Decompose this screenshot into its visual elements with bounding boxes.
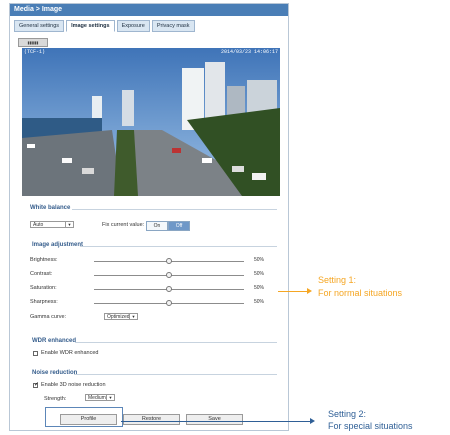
live-video-preview: (TCF-1) 2014/03/23 14:06:17	[22, 48, 280, 196]
view-size-button[interactable]: ▮▮▮▮▮	[18, 38, 48, 47]
setting-1-arrow-line	[278, 291, 308, 292]
chevron-down-icon: ▼	[106, 395, 114, 400]
fix-value-off-button[interactable]: Off	[168, 221, 190, 231]
setting-2-description: For special situations	[328, 421, 413, 431]
tab-bar: General settings Image settings Exposure…	[14, 20, 195, 32]
strength-label: Strength:	[44, 396, 67, 402]
strength-select[interactable]: Medium ▼	[85, 394, 115, 401]
tab-image-settings[interactable]: Image settings	[66, 20, 115, 32]
setting-2-arrow-head-icon	[310, 418, 315, 424]
image-adjustment-divider	[80, 246, 277, 247]
white-balance-divider	[72, 209, 277, 210]
restore-button[interactable]: Restore	[123, 414, 180, 425]
setting-2-title: Setting 2:	[328, 409, 367, 419]
contrast-value: 50%	[254, 271, 265, 277]
gamma-curve-label: Gamma curve:	[30, 314, 67, 320]
video-left-osd: (TCF-1)	[24, 49, 46, 55]
fix-current-value-label: Fix current value:	[102, 222, 145, 228]
chevron-down-icon: ▼	[129, 314, 137, 319]
city-scene-image	[22, 48, 280, 196]
setting-1-description: For normal situations	[318, 288, 403, 298]
sharpness-value: 50%	[254, 299, 265, 305]
saturation-slider-thumb[interactable]	[166, 286, 172, 292]
wdr-enhanced-title: WDR enhanced	[32, 338, 77, 344]
setting-1-arrow-head-icon	[307, 288, 312, 294]
sharpness-slider-thumb[interactable]	[166, 300, 172, 306]
enable-3d-noise-reduction-checkbox[interactable]	[33, 381, 39, 388]
video-timestamp: 2014/03/23 14:06:17	[220, 49, 278, 55]
white-balance-title: White balance	[30, 205, 71, 211]
tab-general-settings[interactable]: General settings	[14, 20, 65, 32]
saturation-value: 50%	[254, 285, 265, 291]
contrast-slider-thumb[interactable]	[166, 272, 172, 278]
page-title: Media > Image	[10, 4, 288, 16]
enable-3d-noise-reduction-label: Enable 3D noise reduction	[41, 382, 106, 388]
noise-reduction-divider	[74, 374, 277, 375]
strength-value: Medium	[88, 395, 106, 401]
enable-wdr-label: Enable WDR enhanced	[41, 350, 99, 356]
sharpness-label: Sharpness:	[30, 299, 58, 305]
tab-privacy-mask[interactable]: Privacy mask	[151, 20, 195, 32]
white-balance-mode-value: Auto	[33, 222, 44, 228]
setting-1-title: Setting 1:	[318, 275, 357, 285]
noise-reduction-title: Noise reduction	[32, 370, 78, 376]
tab-exposure[interactable]: Exposure	[116, 20, 150, 32]
saturation-label: Saturation:	[30, 285, 57, 291]
settings-panel: Media > Image General settings Image set…	[9, 3, 289, 431]
enable-wdr-checkbox[interactable]	[33, 351, 38, 356]
white-balance-mode-select[interactable]: Auto ▼	[30, 221, 74, 228]
image-adjustment-title: Image adjustment	[32, 242, 84, 248]
setting-2-arrow-line	[121, 421, 311, 422]
brightness-slider-thumb[interactable]	[166, 258, 172, 264]
profile-highlight-box	[45, 407, 123, 427]
fix-value-on-button[interactable]: On	[146, 221, 168, 231]
gamma-curve-value: Optimized	[107, 314, 130, 320]
brightness-value: 50%	[254, 257, 265, 263]
contrast-label: Contrast:	[30, 271, 53, 277]
save-button[interactable]: Save	[186, 414, 243, 425]
gamma-curve-select[interactable]: Optimized ▼	[104, 313, 138, 320]
chevron-down-icon: ▼	[65, 222, 73, 227]
brightness-label: Brightness:	[30, 257, 58, 263]
wdr-divider	[75, 342, 277, 343]
